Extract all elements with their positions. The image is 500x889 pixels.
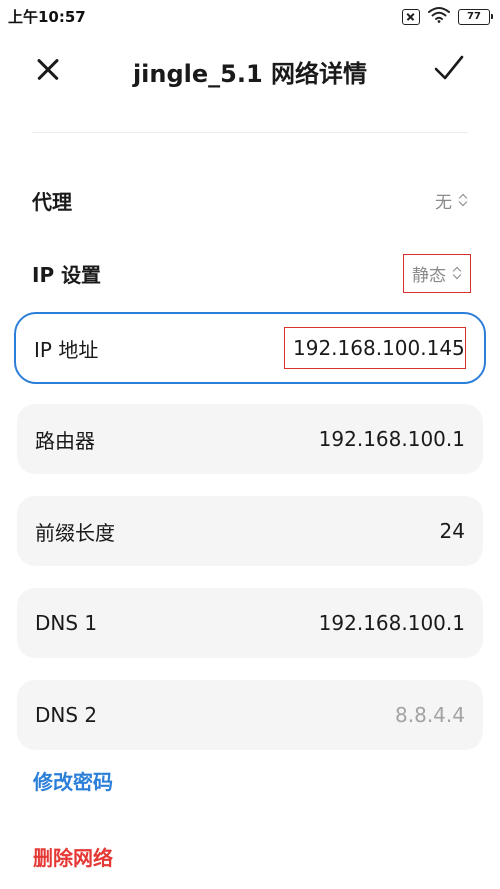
status-time: 上午10:57	[8, 8, 86, 26]
ip-address-field[interactable]: IP 地址 192.168.100.145	[14, 312, 486, 384]
updown-arrow-icon	[458, 193, 468, 207]
prefix-length-field[interactable]: 前缀长度 24	[17, 496, 483, 566]
dns1-field[interactable]: DNS 1 192.168.100.1	[17, 588, 483, 658]
status-icons: 77	[402, 6, 493, 27]
ip-address-input[interactable]: 192.168.100.145	[284, 327, 466, 369]
divider	[32, 132, 468, 133]
proxy-row[interactable]: 代理 无	[32, 178, 468, 222]
ip-settings-label: IP 设置	[32, 262, 102, 287]
title-bar: jingle_5.1 网络详情	[0, 40, 500, 100]
router-label: 路由器	[35, 428, 95, 453]
battery-icon: 77	[458, 8, 493, 25]
ip-settings-selector[interactable]: 静态	[403, 253, 471, 293]
status-bar: 上午10:57 77	[0, 0, 500, 32]
sim-off-icon	[402, 8, 420, 25]
dns1-label: DNS 1	[35, 611, 98, 635]
dns2-label: DNS 2	[35, 703, 98, 727]
proxy-value: 无	[435, 192, 452, 213]
prefix-length-label: 前缀长度	[35, 520, 115, 545]
wifi-icon	[428, 6, 450, 27]
modify-password-link[interactable]: 修改密码	[33, 766, 113, 795]
check-icon[interactable]	[432, 50, 466, 86]
dns1-input[interactable]: 192.168.100.1	[319, 611, 465, 635]
ip-settings-row[interactable]: IP 设置 静态	[32, 251, 471, 295]
router-input[interactable]: 192.168.100.1	[319, 427, 465, 451]
dns2-field[interactable]: DNS 2 8.8.4.4	[17, 680, 483, 750]
proxy-selector[interactable]: 无	[435, 188, 468, 213]
prefix-length-input[interactable]: 24	[440, 519, 465, 543]
ip-address-label: IP 地址	[34, 337, 99, 362]
ip-settings-value: 静态	[412, 265, 446, 286]
delete-network-link[interactable]: 删除网络	[33, 842, 113, 871]
dns2-input[interactable]: 8.8.4.4	[395, 703, 465, 727]
router-field[interactable]: 路由器 192.168.100.1	[17, 404, 483, 474]
proxy-label: 代理	[32, 189, 72, 214]
updown-arrow-icon	[452, 266, 462, 280]
page-title: jingle_5.1 网络详情	[132, 60, 368, 88]
